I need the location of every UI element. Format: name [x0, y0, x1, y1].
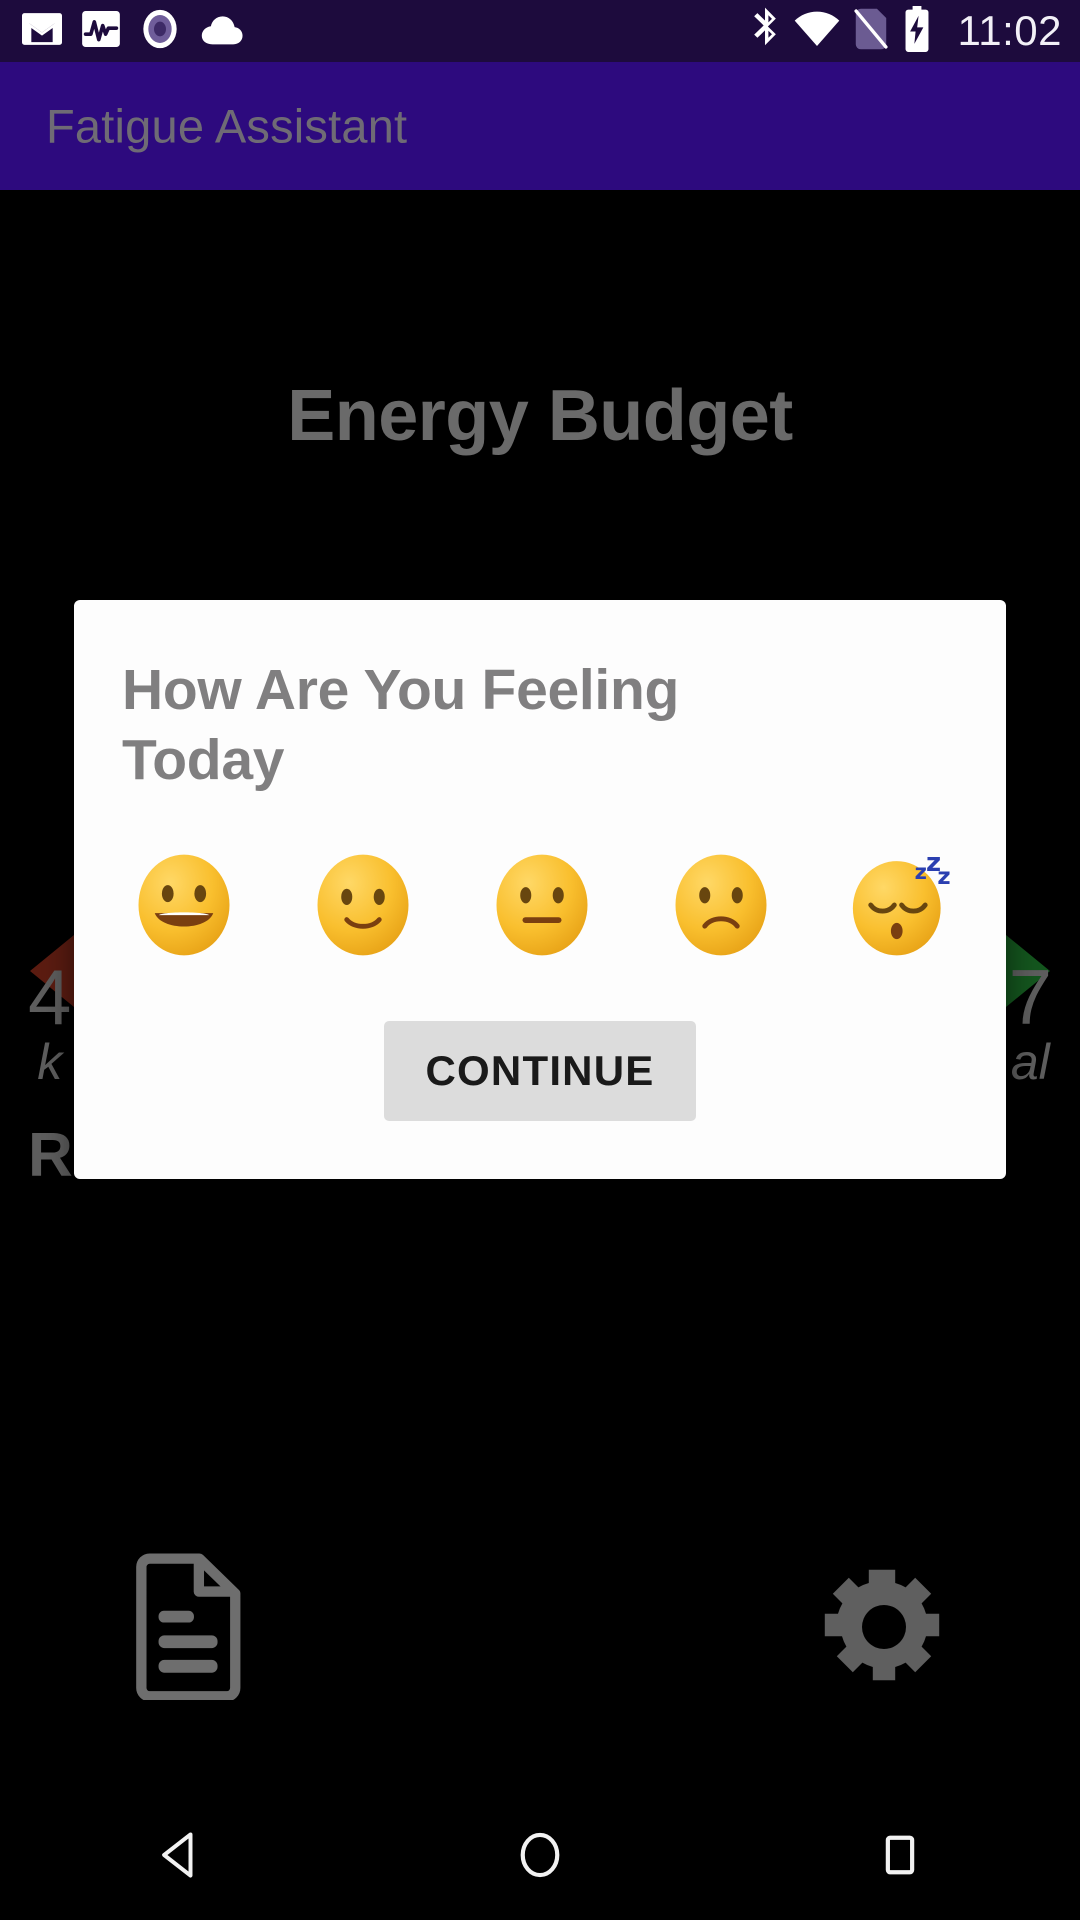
wifi-icon [794, 11, 840, 52]
nav-recents-button[interactable] [800, 1790, 1000, 1920]
home-circle-icon [520, 1832, 560, 1878]
dialog-actions: CONTINUE [122, 1021, 958, 1122]
activity-chart-icon [82, 10, 120, 52]
phone-screen: 11:02 Fatigue Assistant Energy Budget 4 … [0, 0, 1080, 1920]
nav-back-button[interactable] [80, 1790, 280, 1920]
battery-charging-icon [902, 5, 932, 57]
stat-spent: 4 k [28, 953, 72, 1092]
mood-neutral-icon [496, 854, 588, 956]
no-sim-icon [853, 7, 888, 56]
stat-spent-value: 4 [28, 953, 72, 1041]
document-icon-glyph [136, 1553, 241, 1702]
android-nav-bar [0, 1790, 1080, 1920]
mood-sleeping-icon: z z z [852, 853, 951, 956]
stat-remaining: 7 al [1008, 953, 1052, 1092]
status-bar-clock: 11:02 [957, 7, 1062, 54]
status-bar-notification-icons [22, 9, 244, 54]
dialog-title: How Are You Feeling Today [122, 658, 679, 792]
stat-spent-unit: k [37, 1034, 63, 1091]
mood-frowning-icon [675, 854, 767, 956]
cloud-icon [200, 13, 244, 50]
mood-emoji-row: z z z [122, 851, 958, 959]
mood-sleeping[interactable]: z z z [846, 851, 954, 959]
stat-remaining-value: 7 [1008, 953, 1052, 1041]
back-triangle-icon [162, 1832, 193, 1878]
continue-button[interactable]: CONTINUE [383, 1021, 697, 1122]
page-title: Energy Budget [287, 376, 793, 456]
gmail-icon [22, 12, 62, 50]
document-icon[interactable] [132, 1550, 250, 1705]
gear-icon-glyph [824, 1569, 940, 1681]
app-bar-title: Fatigue Assistant [46, 99, 408, 153]
mood-slightly-smiling[interactable] [309, 851, 417, 959]
status-bar-system-icons: 11:02 [748, 0, 1063, 62]
mood-slightly-smiling-icon [317, 854, 409, 956]
mood-frowning[interactable] [667, 851, 775, 959]
mood-grinning-icon [138, 854, 230, 956]
nav-home-button[interactable] [440, 1790, 640, 1920]
recents-square-icon [885, 1835, 915, 1875]
svg-text:z: z [937, 864, 950, 890]
stat-remaining-unit: al [1010, 1034, 1050, 1091]
bluetooth-icon [748, 7, 780, 56]
mood-neutral[interactable] [488, 851, 596, 959]
gear-icon[interactable] [820, 1565, 948, 1694]
mood-dialog: How Are You Feeling Today z z z CONTINUE [74, 600, 1006, 1180]
record-dot-icon [140, 9, 180, 54]
stat-sub-label: R [28, 1121, 73, 1190]
app-bar: Fatigue Assistant [0, 62, 1080, 190]
status-bar: 11:02 [0, 0, 1080, 62]
mood-grinning[interactable] [130, 851, 238, 959]
